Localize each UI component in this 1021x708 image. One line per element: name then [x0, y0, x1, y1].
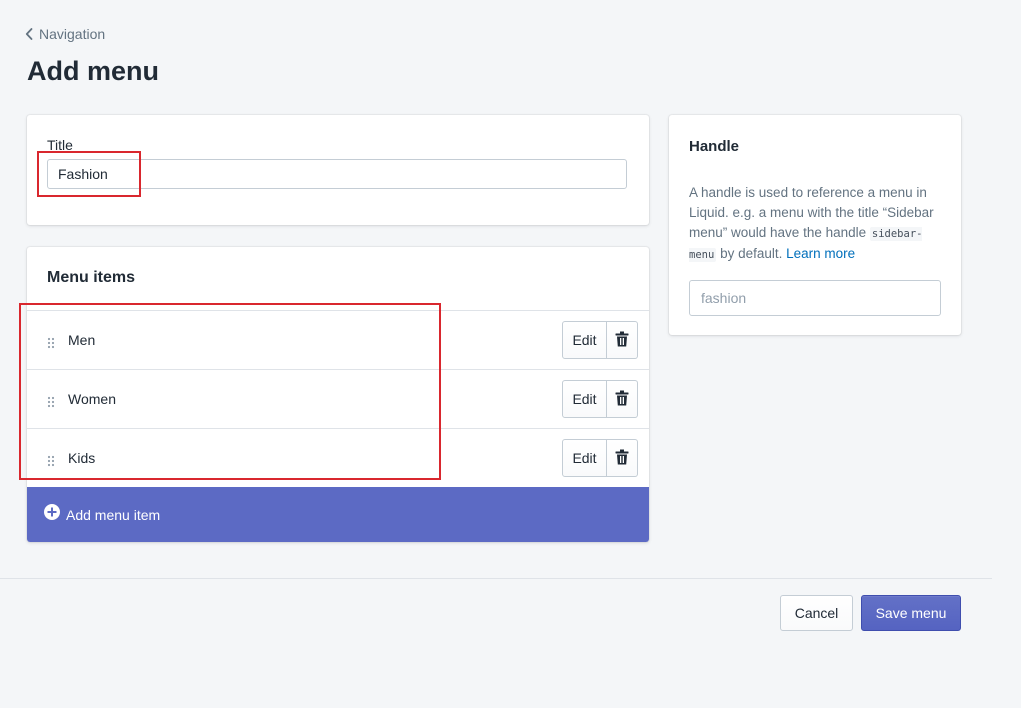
menu-item-row: Men Edit [27, 310, 649, 369]
menu-item-row: Women Edit [27, 369, 649, 428]
menu-item-actions: Edit [562, 380, 638, 418]
trash-icon [615, 390, 629, 409]
breadcrumb-label[interactable]: Navigation [39, 26, 105, 42]
edit-button[interactable]: Edit [562, 439, 607, 477]
title-label: Title [47, 137, 73, 153]
trash-icon [615, 331, 629, 350]
breadcrumb[interactable]: Navigation [25, 24, 105, 44]
drag-handle-icon[interactable] [47, 454, 55, 472]
trash-icon [615, 449, 629, 468]
menu-item-actions: Edit [562, 439, 638, 477]
menu-item-label: Men [68, 332, 96, 348]
title-card: Title [27, 115, 649, 225]
menu-item-label: Kids [68, 450, 96, 466]
handle-input[interactable] [689, 280, 941, 316]
handle-description-tail: by default. [720, 246, 783, 261]
page-title: Add menu [27, 56, 159, 86]
menu-items-heading: Menu items [47, 269, 136, 286]
handle-description: A handle is used to reference a menu in … [689, 183, 945, 265]
menu-items-card: Menu items Men Edit Women Edit Kids Edit… [27, 247, 649, 542]
add-menu-item-button[interactable]: Add menu item [27, 487, 649, 542]
handle-card: Handle A handle is used to reference a m… [669, 115, 961, 335]
menu-item-actions: Edit [562, 321, 638, 359]
drag-handle-icon[interactable] [47, 395, 55, 413]
plus-circle-icon [44, 504, 60, 525]
menu-item-label: Women [68, 391, 116, 407]
title-input[interactable] [47, 159, 627, 189]
cancel-button[interactable]: Cancel [780, 595, 853, 631]
delete-button[interactable] [607, 439, 638, 477]
learn-more-link[interactable]: Learn more [786, 246, 855, 261]
add-menu-item-label: Add menu item [66, 506, 161, 523]
save-menu-button[interactable]: Save menu [861, 595, 961, 631]
menu-item-row: Kids Edit [27, 428, 649, 487]
delete-button[interactable] [607, 380, 638, 418]
delete-button[interactable] [607, 321, 638, 359]
chevron-left-icon [25, 28, 33, 40]
handle-heading: Handle [689, 138, 740, 155]
edit-button[interactable]: Edit [562, 380, 607, 418]
edit-button[interactable]: Edit [562, 321, 607, 359]
drag-handle-icon[interactable] [47, 336, 55, 354]
footer-divider [0, 578, 992, 579]
